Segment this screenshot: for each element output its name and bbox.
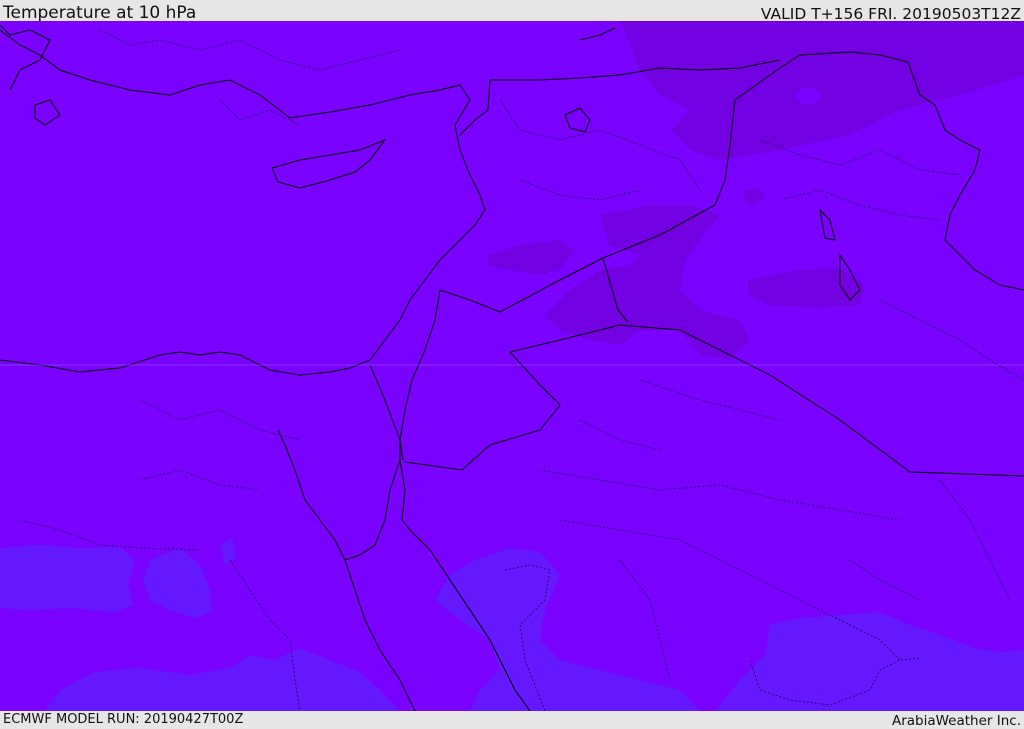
- map-footer: ECMWF MODEL RUN: 20190427T00Z ArabiaWeat…: [0, 711, 1024, 729]
- credit-label: ArabiaWeather Inc.: [891, 713, 1021, 729]
- map-header: Temperature at 10 hPa VALID T+156 FRI. 2…: [0, 0, 1024, 23]
- temperature-map[interactable]: [0, 21, 1024, 711]
- model-run-label: ECMWF MODEL RUN: 20190427T00Z: [3, 712, 244, 727]
- hole-patch: [795, 87, 821, 105]
- map-canvas: [0, 21, 1024, 711]
- warm-patch-west: [0, 545, 135, 612]
